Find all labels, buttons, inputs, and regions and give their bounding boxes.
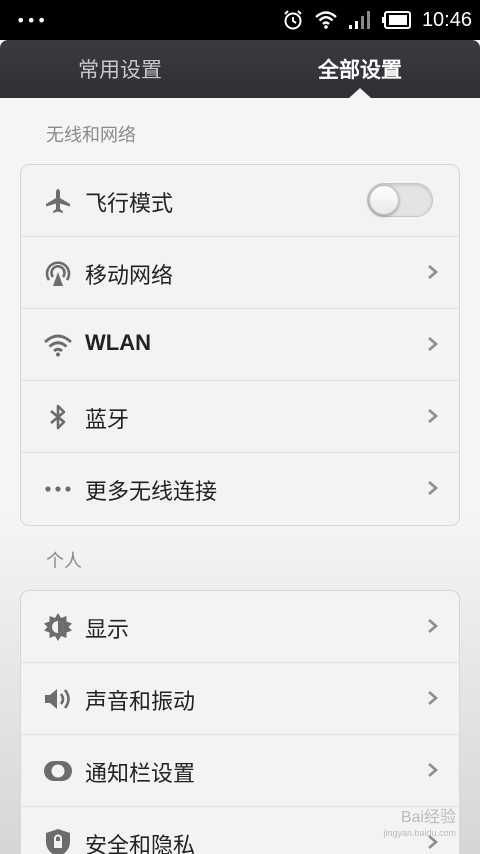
row-bluetooth[interactable]: 蓝牙 — [21, 381, 459, 453]
display-label: 显示 — [85, 618, 130, 643]
speaker-icon — [43, 685, 73, 713]
tab-common-settings[interactable]: 常用设置 — [0, 40, 240, 98]
more-wireless-label: 更多无线连接 — [85, 480, 218, 505]
row-more-wireless[interactable]: 更多无线连接 — [21, 453, 459, 525]
active-tab-indicator — [349, 88, 371, 98]
watermark-url: jingyan.baidu.com — [383, 828, 456, 838]
section-title-personal: 个人 — [46, 551, 82, 572]
toggle-knob — [369, 185, 399, 215]
chevron-right-icon — [428, 619, 438, 633]
row-airplane-mode[interactable]: 飞行模式 — [21, 165, 459, 237]
row-notification-bar[interactable]: 通知栏设置 — [21, 735, 459, 807]
wifi-icon — [43, 331, 73, 359]
notification-bar-label: 通知栏设置 — [85, 762, 196, 787]
status-bar: ••• 10:46 — [0, 0, 480, 40]
chevron-right-icon — [428, 763, 438, 777]
more-dots-icon — [43, 475, 73, 503]
brightness-icon — [43, 613, 73, 641]
watermark-brand: Bai — [400, 809, 424, 826]
sound-vibration-label: 声音和振动 — [85, 690, 196, 715]
group-wireless: 飞行模式 移动网络 WLAN 蓝牙 更多无线连接 — [20, 164, 460, 526]
signal-icon — [348, 11, 370, 29]
row-mobile-network[interactable]: 移动网络 — [21, 237, 459, 309]
chevron-right-icon — [428, 691, 438, 705]
status-icons: 10:46 — [282, 0, 472, 40]
shield-icon — [43, 829, 73, 854]
baidu-watermark: Bai经验 jingyan.baidu.com — [383, 809, 456, 840]
row-sound-vibration[interactable]: 声音和振动 — [21, 663, 459, 735]
chevron-right-icon — [428, 481, 438, 495]
chevron-right-icon — [428, 337, 438, 351]
bluetooth-label: 蓝牙 — [85, 408, 130, 433]
notification-dots: ••• — [16, 11, 48, 30]
security-privacy-label: 安全和隐私 — [85, 834, 196, 854]
airplane-icon — [43, 187, 73, 215]
wifi-status-icon — [315, 11, 337, 29]
clock: 10:46 — [421, 8, 472, 31]
section-title-wireless: 无线和网络 — [46, 125, 136, 146]
mobile-network-icon — [43, 259, 73, 287]
mobile-network-label: 移动网络 — [85, 264, 174, 289]
row-wlan[interactable]: WLAN — [21, 309, 459, 381]
row-display[interactable]: 显示 — [21, 591, 459, 663]
chevron-right-icon — [428, 409, 438, 423]
wlan-label: WLAN — [85, 330, 151, 355]
settings-tabbar: 常用设置 全部设置 — [0, 40, 480, 98]
watermark-brand-suffix: 经验 — [423, 809, 456, 826]
chevron-right-icon — [428, 265, 438, 279]
airplane-mode-label: 飞行模式 — [85, 192, 174, 217]
bluetooth-icon — [43, 403, 73, 431]
battery-icon — [381, 11, 411, 29]
alarm-icon — [284, 10, 302, 30]
airplane-mode-toggle[interactable] — [367, 183, 433, 217]
notification-icon — [43, 757, 73, 785]
